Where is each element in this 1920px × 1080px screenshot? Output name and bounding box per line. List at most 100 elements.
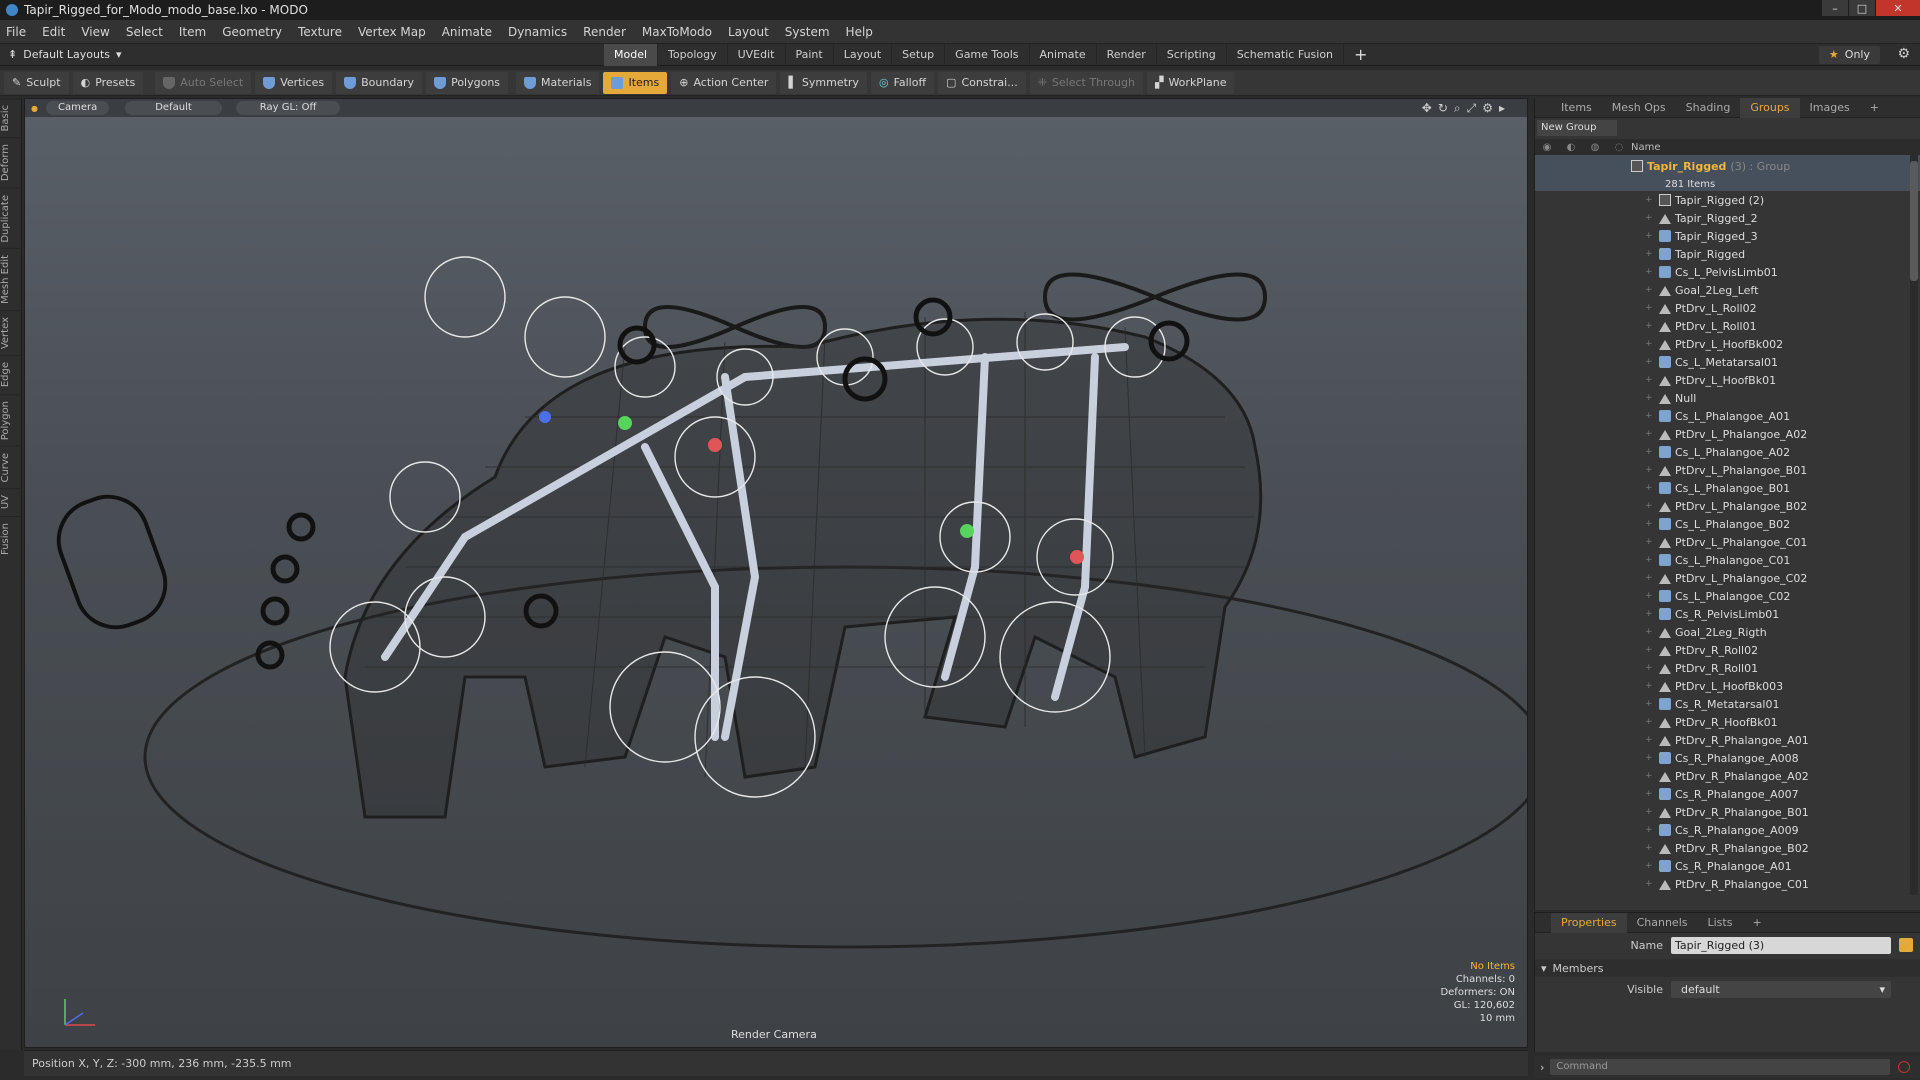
list-item[interactable]: + Cs_R_Phalangoe_A007 [1535,785,1920,803]
panel-tab-images[interactable]: Images [1800,98,1860,118]
list-item[interactable]: + Cs_L_Phalangoe_B02 [1535,515,1920,533]
list-item[interactable]: + PtDrv_R_Phalangoe_C01 [1535,875,1920,893]
list-item[interactable]: + PtDrv_L_Phalangoe_C01 [1535,533,1920,551]
menu-render[interactable]: Render [583,25,626,39]
list-item[interactable]: + Cs_L_Phalangoe_B01 [1535,479,1920,497]
boundary-button[interactable]: Boundary [336,71,423,94]
list-item[interactable]: + Cs_L_Metatarsal01 [1535,353,1920,371]
select-icon[interactable]: ◌ [1615,142,1624,153]
left-tab-basic[interactable]: Basic [0,98,22,138]
tab-model[interactable]: Model [604,44,659,66]
list-item[interactable]: + PtDrv_L_Phalangoe_B01 [1535,461,1920,479]
maximize-button[interactable]: □ [1849,0,1875,16]
list-item[interactable]: + Cs_L_PelvisLimb01 [1535,263,1920,281]
name-column-header[interactable]: Name [1631,142,1661,153]
list-item[interactable]: + PtDrv_R_Phalangoe_B02 [1535,839,1920,857]
name-options-button[interactable] [1899,938,1913,952]
tab-layout[interactable]: Layout [834,44,893,66]
list-item[interactable]: + PtDrv_L_Roll01 [1535,317,1920,335]
group-row[interactable]: Tapir_Rigged (3) : Group [1535,155,1920,177]
menu-file[interactable]: File [6,25,26,39]
workplane-button[interactable]: ▞ WorkPlane [1146,71,1235,94]
list-item[interactable]: + PtDrv_L_HoofBk003 [1535,677,1920,695]
camera-dropdown[interactable]: Camera [45,101,110,115]
action-center-button[interactable]: ⊕ Action Center [671,71,777,94]
tab-game-tools[interactable]: Game Tools [945,44,1030,66]
gear-icon[interactable]: ⚙ [1897,46,1910,62]
left-tab-vertex[interactable]: Vertex [0,310,22,356]
list-item[interactable]: + Cs_R_Phalangoe_A01 [1535,857,1920,875]
panel-tab-mesh-ops[interactable]: Mesh Ops [1602,98,1676,118]
menu-dynamics[interactable]: Dynamics [508,25,567,39]
list-item[interactable]: + PtDrv_L_Phalangoe_B02 [1535,497,1920,515]
new-group-button[interactable]: New Group [1537,120,1617,136]
list-item[interactable]: + PtDrv_L_Roll02 [1535,299,1920,317]
list-item[interactable]: + PtDrv_R_Phalangoe_A01 [1535,731,1920,749]
list-item[interactable]: + PtDrv_L_HoofBk01 [1535,371,1920,389]
visible-dropdown[interactable]: default ▾ [1671,980,1891,998]
list-item[interactable]: + Cs_R_Metatarsal01 [1535,695,1920,713]
list-item[interactable]: + Tapir_Rigged_2 [1535,209,1920,227]
list-item[interactable]: + Tapir_Rigged_3 [1535,227,1920,245]
left-tab-edge[interactable]: Edge [0,355,22,394]
members-section[interactable]: ▾ Members [1535,959,1920,977]
list-item[interactable]: + Cs_R_PelvisLimb01 [1535,605,1920,623]
tab-render[interactable]: Render [1097,44,1157,66]
list-item[interactable]: + PtDrv_R_Roll01 [1535,659,1920,677]
command-stop-icon[interactable] [1898,1061,1911,1073]
only-button[interactable]: ★ Only [1818,46,1880,64]
tree-scrollbar[interactable] [1910,155,1918,895]
menu-edit[interactable]: Edit [42,25,65,39]
tab-scripting[interactable]: Scripting [1157,44,1227,66]
presets-button[interactable]: ◐ Presets [72,71,144,94]
list-item[interactable]: + Cs_R_Phalangoe_A009 [1535,821,1920,839]
left-tab-polygon[interactable]: Polygon [0,393,22,446]
tab-animate[interactable]: Animate [1030,44,1097,66]
list-item[interactable]: + Null [1535,389,1920,407]
raygl-toggle[interactable]: Ray GL: Off [235,101,341,115]
polygons-button[interactable]: Polygons [426,71,509,94]
tab-schematic-fusion[interactable]: Schematic Fusion [1227,44,1345,66]
tab-paint[interactable]: Paint [786,44,834,66]
menu-maxtomodo[interactable]: MaxToModo [642,25,712,39]
auto-select-button[interactable]: Auto Select [155,71,252,94]
panel-tab-shading[interactable]: Shading [1676,98,1741,118]
materials-button[interactable]: Materials [516,71,600,94]
minimize-button[interactable]: – [1822,0,1848,16]
3d-viewport[interactable]: ● Camera Default Ray GL: Off ✥↻⌕⤢⚙▸ No I… [24,98,1528,1048]
list-item[interactable]: + Cs_L_Phalangoe_A01 [1535,407,1920,425]
vertices-button[interactable]: Vertices [255,71,333,94]
left-tab-curve[interactable]: Curve [0,445,22,489]
render-icon[interactable]: ◍ [1591,142,1600,153]
constrain-button[interactable]: ▢ Constrai... [938,71,1026,94]
lock-icon[interactable]: ◐ [1567,142,1576,153]
default-layouts-dropdown[interactable]: ⇞ Default Layouts ▾ [8,48,122,61]
props-tab-lists[interactable]: Lists [1698,913,1743,933]
symmetry-button[interactable]: ▌ Symmetry [780,71,867,94]
left-tab-deform[interactable]: Deform [0,137,22,188]
menu-vertex-map[interactable]: Vertex Map [358,25,426,39]
list-item[interactable]: + Cs_L_Phalangoe_C01 [1535,551,1920,569]
list-item[interactable]: + PtDrv_R_Phalangoe_B01 [1535,803,1920,821]
shading-dropdown[interactable]: Default [125,101,222,115]
tab-uvedit[interactable]: UVEdit [728,44,786,66]
props-tab-properties[interactable]: Properties [1551,912,1627,933]
list-item[interactable]: + Tapir_Rigged [1535,245,1920,263]
viewport-nav-icons[interactable]: ✥↻⌕⤢⚙▸ [1422,101,1511,116]
list-item[interactable]: + PtDrv_R_HoofBk01 [1535,713,1920,731]
list-item[interactable]: + PtDrv_L_Phalangoe_A02 [1535,425,1920,443]
left-tab-uv[interactable]: UV [0,488,22,516]
props-tab-channels[interactable]: Channels [1627,913,1698,933]
menu-animate[interactable]: Animate [442,25,492,39]
menu-texture[interactable]: Texture [298,25,342,39]
list-item[interactable]: + Cs_L_Phalangoe_A02 [1535,443,1920,461]
sculpt-button[interactable]: ✎ Sculpt [4,71,69,94]
menu-item[interactable]: Item [179,25,206,39]
left-tab-mesh-edit[interactable]: Mesh Edit [0,248,22,311]
menu-geometry[interactable]: Geometry [222,25,282,39]
eye-icon[interactable]: ◉ [1543,142,1552,153]
select-through-button[interactable]: ⁜ Select Through [1029,71,1143,94]
list-item[interactable]: + Tapir_Rigged (2) [1535,191,1920,209]
close-button[interactable]: ✕ [1876,0,1920,16]
list-item[interactable]: + Cs_R_Phalangoe_A008 [1535,749,1920,767]
